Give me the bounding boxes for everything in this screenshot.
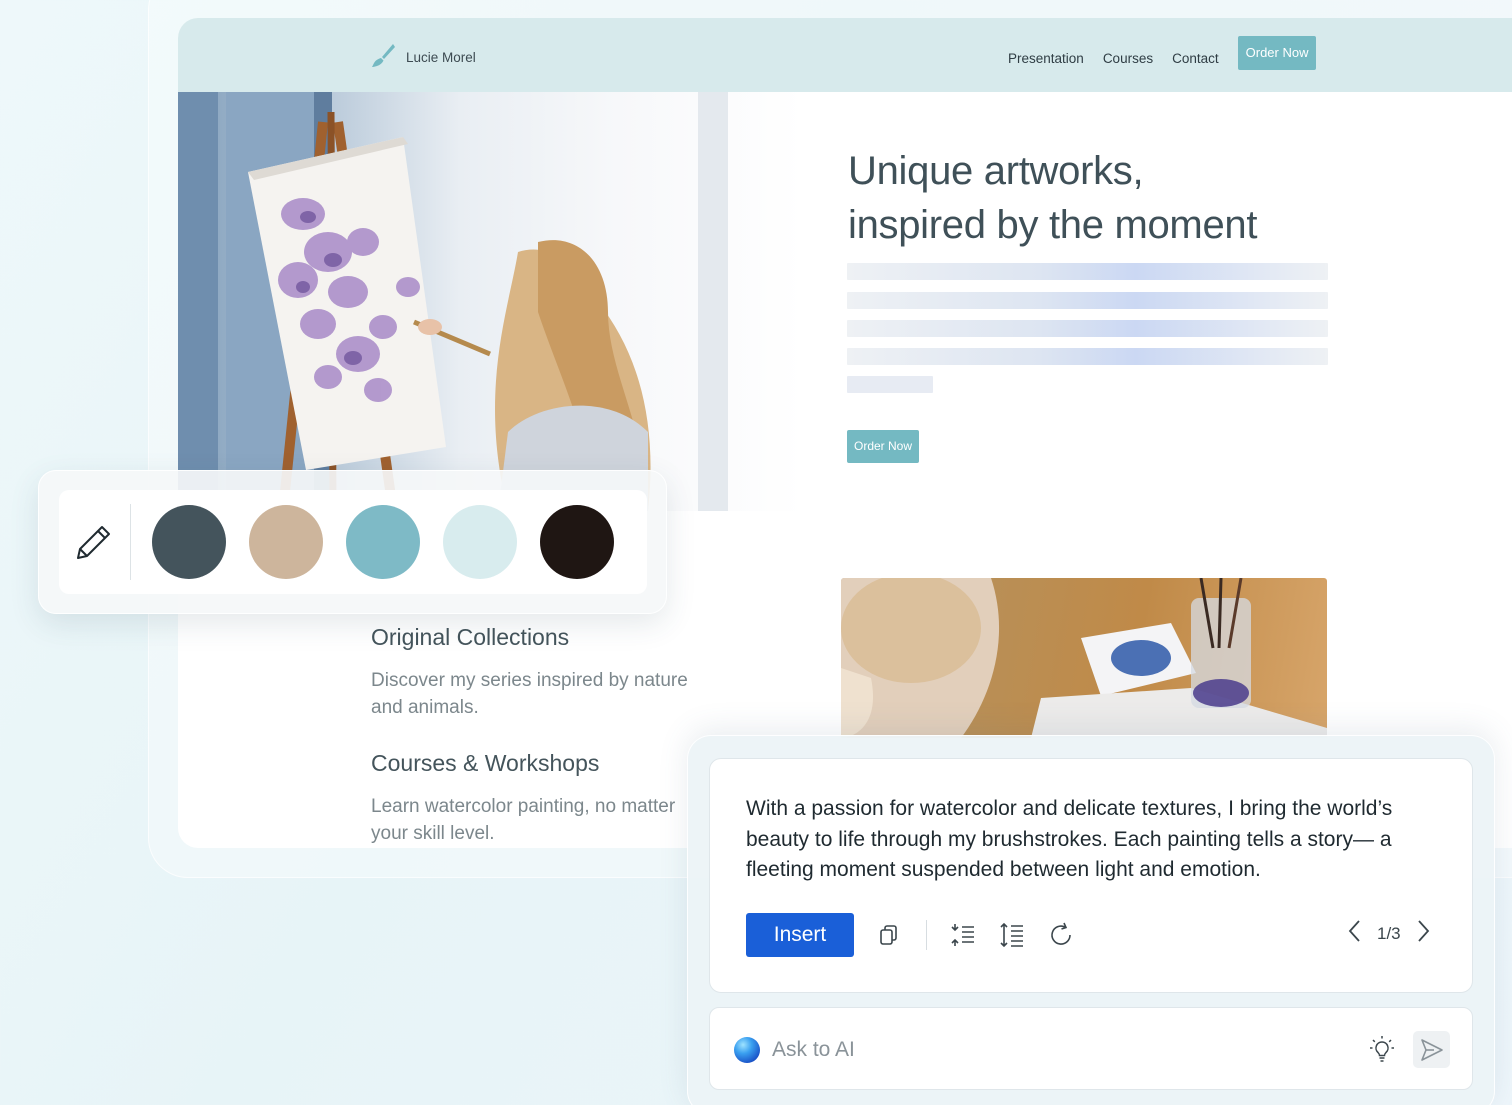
feature-description: Learn watercolor painting, no matter you… — [371, 796, 676, 844]
brand-name: Lucie Morel — [406, 50, 476, 65]
color-swatch-teal[interactable] — [346, 505, 420, 579]
nav-link-contact[interactable]: Contact — [1172, 40, 1219, 66]
watercolor-desk-image — [841, 578, 1327, 738]
hero-order-now-button[interactable]: Order Now — [847, 430, 920, 463]
main-nav: Presentation Courses Contact Order Now — [1008, 36, 1317, 70]
color-swatch-mist[interactable] — [443, 505, 517, 579]
feature-title: Courses & Workshops — [371, 750, 600, 776]
ai-suggestion-text: With a passion for watercolor and delica… — [746, 797, 1393, 881]
feature-list: Original Collections Discover my series … — [371, 624, 691, 848]
lengthen-icon[interactable] — [997, 920, 1027, 950]
shorten-icon[interactable] — [948, 920, 978, 950]
pager-label: 1/3 — [1377, 923, 1401, 943]
text-skeleton-line — [847, 376, 933, 393]
color-swatch-slate[interactable] — [152, 505, 226, 579]
paintbrush-icon — [370, 42, 396, 73]
insert-button[interactable]: Insert — [746, 913, 854, 957]
ai-suggestion-card: With a passion for watercolor and delica… — [709, 758, 1473, 993]
ai-orb-icon — [734, 1037, 760, 1063]
hero-title: Unique artworks, inspired by the moment — [848, 149, 1258, 247]
lightbulb-icon[interactable] — [1367, 1034, 1397, 1069]
send-button[interactable] — [1413, 1031, 1450, 1068]
palette-divider — [130, 504, 131, 580]
color-swatch-sand[interactable] — [249, 505, 323, 579]
ai-assistant-panel: With a passion for watercolor and delica… — [687, 735, 1495, 1105]
regenerate-icon[interactable] — [1046, 920, 1076, 950]
send-icon — [1420, 1038, 1443, 1061]
suggestion-pager: 1/3 — [1345, 918, 1433, 949]
brand[interactable]: Lucie Morel — [370, 42, 476, 73]
text-skeleton-line — [847, 320, 1328, 337]
color-palette-panel — [38, 470, 667, 614]
nav-order-now-button[interactable]: Order Now — [1237, 36, 1317, 70]
text-skeleton-line — [847, 263, 1328, 280]
chevron-left-icon[interactable] — [1345, 918, 1365, 949]
pencil-icon[interactable] — [75, 523, 113, 566]
color-palette — [59, 490, 647, 594]
hero-text: Unique artworks, inspired by the moment — [848, 144, 1368, 252]
feature-title: Original Collections — [371, 624, 570, 650]
nav-link-presentation[interactable]: Presentation — [1008, 40, 1084, 66]
color-swatch-ebony[interactable] — [540, 505, 614, 579]
website-preview: Lucie Morel Presentation Courses Contact… — [178, 18, 1512, 848]
site-header: Lucie Morel Presentation Courses Contact… — [178, 18, 1512, 92]
chevron-right-icon[interactable] — [1413, 918, 1433, 949]
ask-ai-input[interactable] — [772, 1030, 1332, 1070]
feature-description: Discover my series inspired by nature an… — [371, 670, 688, 718]
nav-link-courses[interactable]: Courses — [1103, 40, 1153, 66]
hero-image-painter — [178, 92, 804, 511]
text-skeleton-line — [847, 348, 1328, 365]
toolbar-divider — [926, 920, 927, 950]
copy-icon[interactable] — [874, 920, 904, 950]
ask-ai-bar — [709, 1007, 1473, 1090]
text-skeleton-line — [847, 292, 1328, 309]
